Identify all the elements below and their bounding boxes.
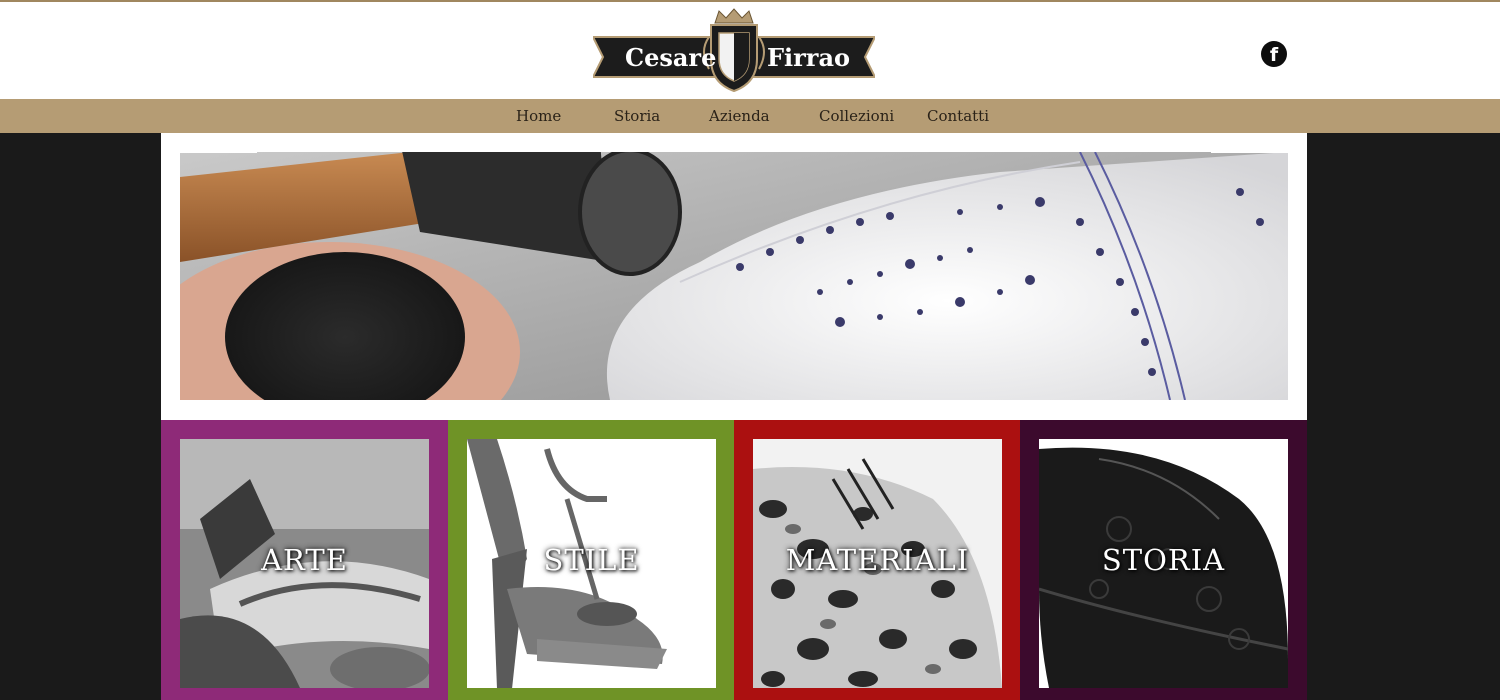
hero-corner — [180, 133, 257, 153]
nav-item-storia[interactable]: Storia — [614, 107, 660, 125]
facebook-icon[interactable]: f — [1261, 41, 1287, 67]
tile-stile-label: STILE — [543, 543, 640, 577]
nav-item-collezioni[interactable]: Collezioni — [819, 107, 894, 125]
hero-corner — [180, 400, 257, 420]
brand-name-left: Cesare — [625, 43, 716, 72]
nav-item-home[interactable]: Home — [516, 107, 561, 125]
tile-storia[interactable]: STORIA — [1020, 420, 1307, 700]
site-header: Cesare Firrao f — [0, 2, 1500, 99]
brand-logo[interactable]: Cesare Firrao — [593, 7, 875, 93]
tile-materiali-link[interactable]: MATERIALI — [753, 439, 1002, 688]
main-nav: Home Storia Azienda Collezioni Contatti — [0, 99, 1500, 133]
tile-storia-label: STORIA — [1101, 543, 1226, 577]
tile-arte[interactable]: ARTE — [161, 420, 448, 700]
hero-corner — [1211, 133, 1288, 153]
tile-stile-link[interactable]: STILE — [467, 439, 716, 688]
tile-materiali-label: MATERIALI — [785, 543, 970, 577]
tile-materiali[interactable]: MATERIALI — [734, 420, 1021, 700]
brand-name-right: Firrao — [767, 43, 850, 72]
tile-stile[interactable]: STILE — [448, 420, 735, 700]
tile-arte-link[interactable]: ARTE — [180, 439, 429, 688]
tile-arte-label: ARTE — [261, 543, 348, 577]
tile-storia-link[interactable]: STORIA — [1039, 439, 1288, 688]
hero-banner — [161, 133, 1307, 420]
hero-shoe-photo — [180, 152, 1288, 400]
hero-corner — [1211, 400, 1288, 420]
nav-item-contatti[interactable]: Contatti — [927, 107, 989, 125]
nav-item-azienda[interactable]: Azienda — [709, 107, 770, 125]
